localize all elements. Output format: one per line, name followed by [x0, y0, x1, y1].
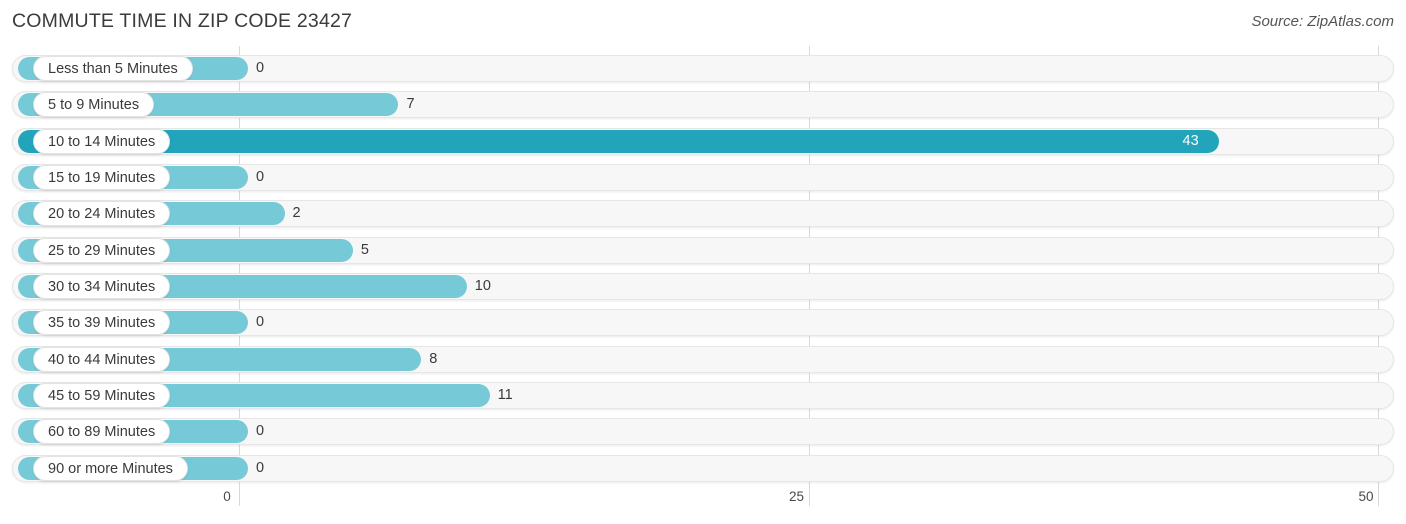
- chart-container: COMMUTE TIME IN ZIP CODE 23427 Source: Z…: [0, 0, 1406, 524]
- bar-value-label: 0: [256, 423, 265, 440]
- bar-category-label: 30 to 34 Minutes: [33, 273, 171, 299]
- bar-row: 90 or more Minutes 0: [12, 454, 1394, 482]
- bar-value-label: 8: [429, 350, 438, 367]
- bar-category-label: 5 to 9 Minutes: [33, 92, 155, 118]
- x-axis-tick-mark: [239, 486, 240, 506]
- bar-value-label: 11: [497, 386, 513, 403]
- source-attribution: Source: ZipAtlas.com: [1251, 13, 1394, 30]
- bar[interactable]: [18, 129, 1219, 153]
- bar-rows: Less than 5 Minutes 0 5 to 9 Minutes 7 10 to…: [0, 46, 1406, 486]
- bar-category-label: Less than 5 Minutes: [33, 56, 193, 81]
- bar-row: 5 to 9 Minutes 7: [12, 91, 1394, 119]
- bar-row: 60 to 89 Minutes 0: [12, 418, 1394, 446]
- bar-row: 15 to 19 Minutes 0: [12, 163, 1394, 191]
- bar-row: 10 to 14 Minutes 43: [12, 127, 1394, 155]
- bar-value-label: 2: [292, 205, 301, 222]
- x-axis-tick-label: 50: [1358, 489, 1374, 504]
- bar-row: 25 to 29 Minutes 5: [12, 236, 1394, 264]
- bar-row: 30 to 34 Minutes 10: [12, 272, 1394, 300]
- bar-value-label: 0: [256, 168, 265, 185]
- x-axis-tick-mark: [1378, 486, 1379, 506]
- bar-category-label: 45 to 59 Minutes: [33, 382, 171, 408]
- bar-value-label: 5: [360, 241, 369, 258]
- bar-value-label: 0: [256, 459, 265, 476]
- bar-category-label: 35 to 39 Minutes: [33, 310, 171, 336]
- bar-category-label: 25 to 29 Minutes: [33, 237, 171, 263]
- bar-category-label: 40 to 44 Minutes: [33, 346, 171, 372]
- bar-row: 45 to 59 Minutes 11: [12, 381, 1394, 409]
- bar-row: 35 to 39 Minutes 0: [12, 309, 1394, 337]
- bar-value-label: 0: [256, 314, 265, 331]
- bar-row: 40 to 44 Minutes 8: [12, 345, 1394, 373]
- page-title: COMMUTE TIME IN ZIP CODE 23427: [12, 10, 353, 32]
- bar-row: 20 to 24 Minutes 2: [12, 200, 1394, 228]
- bar-category-label: 15 to 19 Minutes: [33, 164, 171, 190]
- bar-value-label: 0: [256, 60, 265, 76]
- bar-value-label: 43: [1182, 132, 1199, 149]
- bar-category-label: 90 or more Minutes: [33, 455, 188, 481]
- x-axis-tick-label: 25: [788, 489, 805, 504]
- bar-category-label: 10 to 14 Minutes: [33, 128, 171, 154]
- chart-header: COMMUTE TIME IN ZIP CODE 23427 Source: Z…: [0, 0, 1406, 46]
- bar-category-label: 60 to 89 Minutes: [33, 419, 171, 445]
- x-axis-tick-label: 0: [223, 489, 231, 504]
- x-axis: 0 25 50: [0, 486, 1406, 524]
- bar-value-label: 10: [474, 277, 491, 294]
- x-axis-tick-mark: [808, 486, 810, 506]
- bar-row: Less than 5 Minutes 0: [12, 55, 1394, 82]
- bar-value-label: 7: [406, 96, 415, 113]
- bar-category-label: 20 to 24 Minutes: [33, 201, 171, 227]
- plot-area: Less than 5 Minutes 0 5 to 9 Minutes 7 10 to…: [0, 46, 1406, 486]
